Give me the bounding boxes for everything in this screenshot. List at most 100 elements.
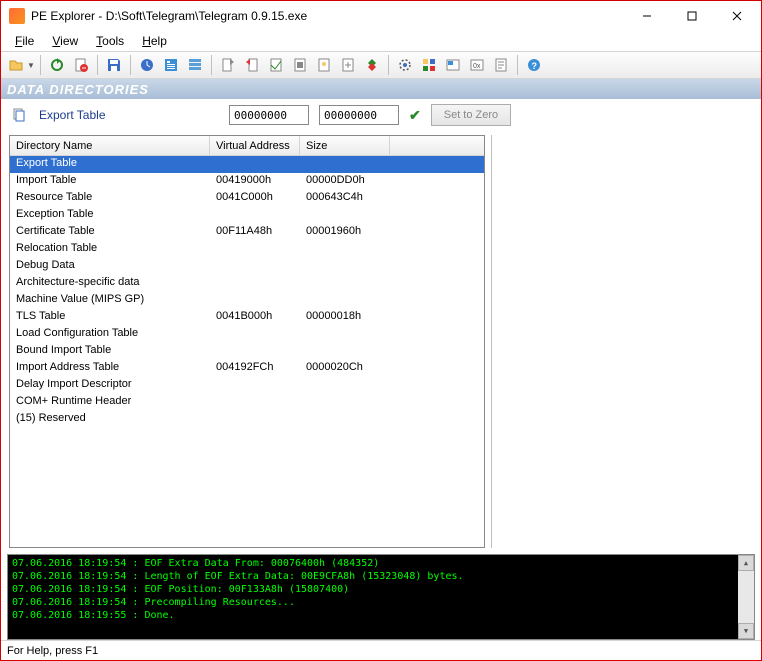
cell-size — [300, 394, 390, 411]
refresh-icon[interactable] — [46, 54, 68, 76]
close-file-icon[interactable] — [70, 54, 92, 76]
menu-tools[interactable]: Tools — [88, 32, 132, 50]
table-row[interactable]: Delay Import Descriptor — [10, 377, 484, 394]
cell-size — [300, 343, 390, 360]
debug-icon[interactable] — [289, 54, 311, 76]
help-icon[interactable]: ? — [523, 54, 545, 76]
disasm-icon[interactable] — [394, 54, 416, 76]
table-row[interactable]: TLS Table0041B000h00000018h — [10, 309, 484, 326]
cell-va — [210, 394, 300, 411]
right-panel — [491, 135, 753, 548]
cell-size — [300, 207, 390, 224]
virtual-address-input[interactable] — [229, 105, 309, 125]
table-row[interactable]: Import Address Table004192FCh0000020Ch — [10, 360, 484, 377]
cell-size — [300, 292, 390, 309]
export-icon[interactable] — [217, 54, 239, 76]
table-row[interactable]: Bound Import Table — [10, 343, 484, 360]
cell-name: Architecture-specific data — [10, 275, 210, 292]
save-icon[interactable] — [103, 54, 125, 76]
table-row[interactable]: Import Table00419000h00000DD0h — [10, 173, 484, 190]
open-icon[interactable] — [5, 54, 27, 76]
maximize-button[interactable] — [669, 2, 714, 30]
cell-size — [300, 241, 390, 258]
console-scrollbar[interactable]: ▲ ▼ — [738, 555, 754, 639]
cell-va — [210, 377, 300, 394]
depends-icon[interactable] — [418, 54, 440, 76]
apply-icon[interactable]: ✔ — [409, 107, 421, 124]
headers-icon[interactable] — [136, 54, 158, 76]
import-icon[interactable] — [241, 54, 263, 76]
resource-icon[interactable] — [265, 54, 287, 76]
column-header-va[interactable]: Virtual Address — [210, 136, 300, 155]
cell-va: 0041C000h — [210, 190, 300, 207]
table-row[interactable]: Resource Table0041C000h000643C4h — [10, 190, 484, 207]
section-header: DATA DIRECTORIES — [1, 79, 761, 99]
table-row[interactable]: (15) Reserved — [10, 411, 484, 428]
cell-va — [210, 258, 300, 275]
titlebar: PE Explorer - D:\Soft\Telegram\Telegram … — [1, 1, 761, 31]
data-dir-icon[interactable] — [160, 54, 182, 76]
menu-file[interactable]: File — [7, 32, 42, 50]
toolbar: ▼ 0x ? — [1, 51, 761, 79]
scroll-track[interactable] — [738, 571, 754, 623]
table-row[interactable]: COM+ Runtime Header — [10, 394, 484, 411]
menu-help[interactable]: Help — [134, 32, 175, 50]
copy-icon[interactable] — [9, 105, 29, 125]
cell-va: 00419000h — [210, 173, 300, 190]
cell-size — [300, 275, 390, 292]
toolbar-separator — [211, 55, 212, 75]
cell-va — [210, 326, 300, 343]
cell-size: 000643C4h — [300, 190, 390, 207]
cell-va — [210, 292, 300, 309]
column-header-size[interactable]: Size — [300, 136, 390, 155]
cell-name: Import Table — [10, 173, 210, 190]
open-dropdown-icon[interactable]: ▼ — [27, 61, 35, 70]
cell-size: 00000018h — [300, 309, 390, 326]
menu-view[interactable]: View — [44, 32, 86, 50]
column-header-name[interactable]: Directory Name — [10, 136, 210, 155]
scroll-down-icon[interactable]: ▼ — [738, 623, 754, 639]
cell-name: Resource Table — [10, 190, 210, 207]
app-icon — [9, 8, 25, 24]
table-row[interactable]: Relocation Table — [10, 241, 484, 258]
status-text: For Help, press F1 — [7, 645, 98, 657]
main-split: Directory Name Virtual Address Size Expo… — [1, 131, 761, 554]
cell-name: Load Configuration Table — [10, 326, 210, 343]
toolbar-separator — [97, 55, 98, 75]
close-button[interactable] — [714, 2, 759, 30]
set-to-zero-button[interactable]: Set to Zero — [431, 104, 511, 126]
cell-va: 00F11A48h — [210, 224, 300, 241]
console-line: 07.06.2016 18:19:55 : Done. — [12, 609, 750, 622]
size-input[interactable] — [319, 105, 399, 125]
strings-icon[interactable] — [490, 54, 512, 76]
certificate-icon[interactable] — [313, 54, 335, 76]
left-panel: Directory Name Virtual Address Size Expo… — [1, 131, 491, 554]
table-row[interactable]: Machine Value (MIPS GP) — [10, 292, 484, 309]
console-line: 07.06.2016 18:19:54 : EOF Position: 00F1… — [12, 583, 750, 596]
cell-name: (15) Reserved — [10, 411, 210, 428]
resource-editor-icon[interactable] — [442, 54, 464, 76]
table-row[interactable]: Debug Data — [10, 258, 484, 275]
cell-size: 00000DD0h — [300, 173, 390, 190]
table-row[interactable]: Exception Table — [10, 207, 484, 224]
cell-va — [210, 241, 300, 258]
table-row[interactable]: Architecture-specific data — [10, 275, 484, 292]
scroll-up-icon[interactable]: ▲ — [738, 555, 754, 571]
table-header: Directory Name Virtual Address Size — [10, 136, 484, 156]
minimize-button[interactable] — [624, 2, 669, 30]
tls-icon[interactable] — [361, 54, 383, 76]
cell-name: Bound Import Table — [10, 343, 210, 360]
table-row[interactable]: Certificate Table00F11A48h00001960h — [10, 224, 484, 241]
cell-va — [210, 343, 300, 360]
toolbar-separator — [130, 55, 131, 75]
table-body[interactable]: Export TableImport Table00419000h00000DD… — [10, 156, 484, 547]
cell-size — [300, 326, 390, 343]
cell-size — [300, 411, 390, 428]
table-row[interactable]: Export Table — [10, 156, 484, 173]
hex-icon[interactable]: 0x — [466, 54, 488, 76]
relocation-icon[interactable] — [337, 54, 359, 76]
cell-name: Delay Import Descriptor — [10, 377, 210, 394]
table-row[interactable]: Load Configuration Table — [10, 326, 484, 343]
sections-icon[interactable] — [184, 54, 206, 76]
cell-name: Exception Table — [10, 207, 210, 224]
